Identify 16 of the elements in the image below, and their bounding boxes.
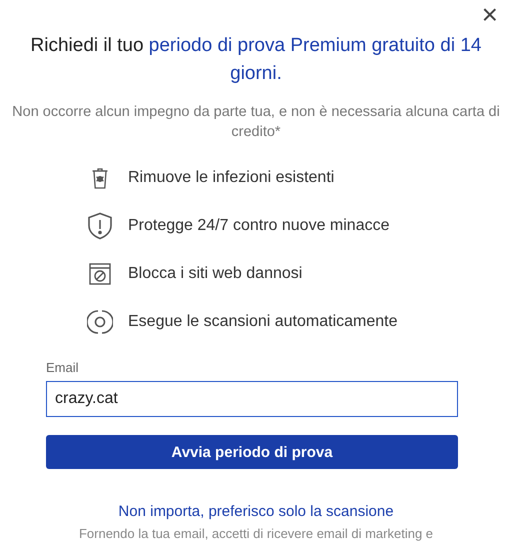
close-button[interactable]: ×: [478, 0, 502, 30]
start-trial-button[interactable]: Avvia periodo di prova: [46, 435, 458, 469]
blocked-browser-icon: [89, 263, 111, 285]
scan-only-link[interactable]: Non importa, preferisco solo la scansione: [118, 503, 394, 520]
subtitle-text: Non occorre alcun impegno da parte tua, e non è necessaria alcuna carta di credito*: [11, 103, 501, 142]
feature-text: Esegue le scansioni automaticamente: [128, 313, 398, 331]
feature-text: Rimuove le infezioni esistenti: [128, 169, 334, 187]
scan-target-icon: [87, 309, 113, 335]
email-field[interactable]: crazy.cat: [46, 381, 458, 417]
email-label: Email: [46, 360, 80, 375]
feature-text: Blocca i siti web dannosi: [128, 265, 302, 283]
dialog-title: Richiedi il tuo periodo di prova Premium gratuito di 14 giorni.: [30, 34, 482, 86]
footer-text: Fornendo la tua email, accetti di ricevere email di marketing e: [78, 526, 434, 541]
feature-text: Protegge 24/7 contro nuove minacce: [128, 217, 390, 235]
shield-alert-icon: [87, 212, 113, 240]
bug-bin-icon: [91, 167, 109, 189]
